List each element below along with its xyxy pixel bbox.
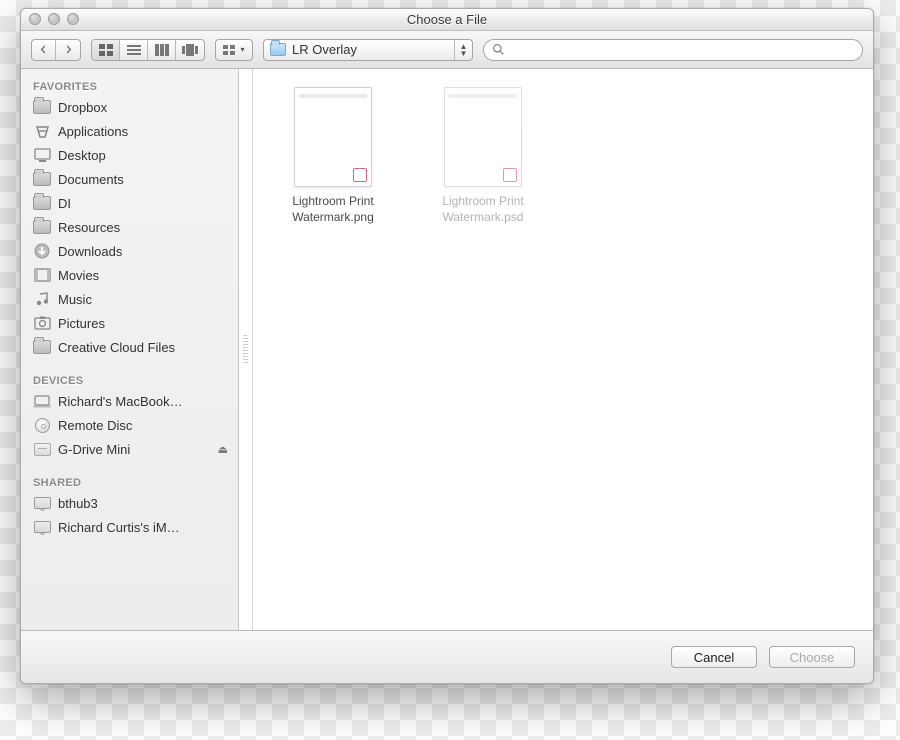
sidebar-heading: DEVICES xyxy=(21,371,238,389)
sidebar-item-label: Applications xyxy=(58,124,128,139)
search-field[interactable] xyxy=(483,39,863,61)
sidebar-item[interactable]: Downloads xyxy=(21,239,238,263)
sidebar-item[interactable]: bthub3 xyxy=(21,491,238,515)
monitor-icon xyxy=(33,494,51,512)
sidebar-item-label: Remote Disc xyxy=(58,418,132,433)
file-label: Lightroom PrintWatermark.png xyxy=(273,193,393,225)
arrange-segment: ▾ xyxy=(215,39,253,61)
file-item: Lightroom PrintWatermark.psd xyxy=(423,87,543,225)
folder-icon xyxy=(33,98,51,116)
movies-icon xyxy=(33,266,51,284)
apps-icon xyxy=(33,122,51,140)
search-icon xyxy=(492,43,505,56)
sidebar-item-label: Richard Curtis's iM… xyxy=(58,520,180,535)
file-chooser-window: Choose a File xyxy=(20,8,874,684)
column-view-button[interactable] xyxy=(148,40,176,60)
sidebar-item[interactable]: Remote Disc xyxy=(21,413,238,437)
sidebar-item[interactable]: Documents xyxy=(21,167,238,191)
path-dropdown[interactable]: LR Overlay ▲▼ xyxy=(263,39,473,61)
sidebar-item[interactable]: Pictures xyxy=(21,311,238,335)
sidebar-item-label: Pictures xyxy=(58,316,105,331)
choose-button[interactable]: Choose xyxy=(769,646,855,668)
sidebar-item-label: Dropbox xyxy=(58,100,107,115)
file-thumbnail xyxy=(294,87,372,187)
minimize-icon[interactable] xyxy=(48,13,60,25)
sidebar-item[interactable]: Richard's MacBook… xyxy=(21,389,238,413)
file-thumbnail xyxy=(444,87,522,187)
sidebar-item-label: G-Drive Mini xyxy=(58,442,130,457)
folder-icon xyxy=(270,43,286,56)
sidebar-item-label: bthub3 xyxy=(58,496,98,511)
sidebar-item[interactable]: Desktop xyxy=(21,143,238,167)
downloads-icon xyxy=(33,242,51,260)
icon-view-button[interactable] xyxy=(92,40,120,60)
sidebar-item[interactable]: Resources xyxy=(21,215,238,239)
folder-icon xyxy=(33,218,51,236)
toolbar: ▾ LR Overlay ▲▼ xyxy=(21,31,873,69)
path-label: LR Overlay xyxy=(292,42,357,57)
sidebar-item[interactable]: Movies xyxy=(21,263,238,287)
laptop-icon xyxy=(33,392,51,410)
search-input[interactable] xyxy=(509,43,854,57)
sidebar-item[interactable]: Dropbox xyxy=(21,95,238,119)
titlebar: Choose a File xyxy=(21,9,873,31)
sidebar-item-label: Creative Cloud Files xyxy=(58,340,175,355)
back-button[interactable] xyxy=(32,40,56,60)
pictures-icon xyxy=(33,314,51,332)
nav-segment xyxy=(31,39,81,61)
sidebar-item[interactable]: Creative Cloud Files xyxy=(21,335,238,359)
sidebar-item-label: Richard's MacBook… xyxy=(58,394,183,409)
eject-icon[interactable]: ⏏ xyxy=(218,443,228,456)
coverflow-view-button[interactable] xyxy=(176,40,204,60)
drive-icon xyxy=(33,440,51,458)
window-title: Choose a File xyxy=(407,12,487,27)
monitor-icon xyxy=(33,518,51,536)
sidebar-item-label: Music xyxy=(58,292,92,307)
sidebar[interactable]: FAVORITES Dropbox Applications Desktop Docum… xyxy=(21,69,239,630)
sidebar-item[interactable]: G-Drive Mini ⏏ xyxy=(21,437,238,461)
sidebar-item-label: Movies xyxy=(58,268,99,283)
footer: Cancel Choose xyxy=(21,631,873,683)
file-grid[interactable]: Lightroom PrintWatermark.png Lightroom Pr… xyxy=(253,69,873,630)
body: FAVORITES Dropbox Applications Desktop Docum… xyxy=(21,69,873,631)
desktop-icon xyxy=(33,146,51,164)
sidebar-heading: FAVORITES xyxy=(21,77,238,95)
zoom-icon[interactable] xyxy=(67,13,79,25)
folder-icon xyxy=(33,338,51,356)
arrange-button[interactable]: ▾ xyxy=(216,40,252,60)
list-view-button[interactable] xyxy=(120,40,148,60)
disc-icon xyxy=(33,416,51,434)
forward-button[interactable] xyxy=(56,40,80,60)
file-label: Lightroom PrintWatermark.psd xyxy=(423,193,543,225)
sidebar-item[interactable]: Applications xyxy=(21,119,238,143)
music-icon xyxy=(33,290,51,308)
sidebar-item[interactable]: Richard Curtis's iM… xyxy=(21,515,238,539)
window-controls xyxy=(29,13,79,25)
sidebar-item[interactable]: Music xyxy=(21,287,238,311)
folder-icon xyxy=(33,194,51,212)
close-icon[interactable] xyxy=(29,13,41,25)
sidebar-item-label: Downloads xyxy=(58,244,122,259)
file-item[interactable]: Lightroom PrintWatermark.png xyxy=(273,87,393,225)
updown-icon: ▲▼ xyxy=(454,40,472,60)
sidebar-splitter[interactable] xyxy=(239,69,253,630)
sidebar-item-label: Documents xyxy=(58,172,124,187)
sidebar-item[interactable]: DI xyxy=(21,191,238,215)
folder-icon xyxy=(33,170,51,188)
sidebar-item-label: Resources xyxy=(58,220,120,235)
cancel-button[interactable]: Cancel xyxy=(671,646,757,668)
view-segment xyxy=(91,39,205,61)
sidebar-item-label: Desktop xyxy=(58,148,106,163)
sidebar-item-label: DI xyxy=(58,196,71,211)
sidebar-heading: SHARED xyxy=(21,473,238,491)
